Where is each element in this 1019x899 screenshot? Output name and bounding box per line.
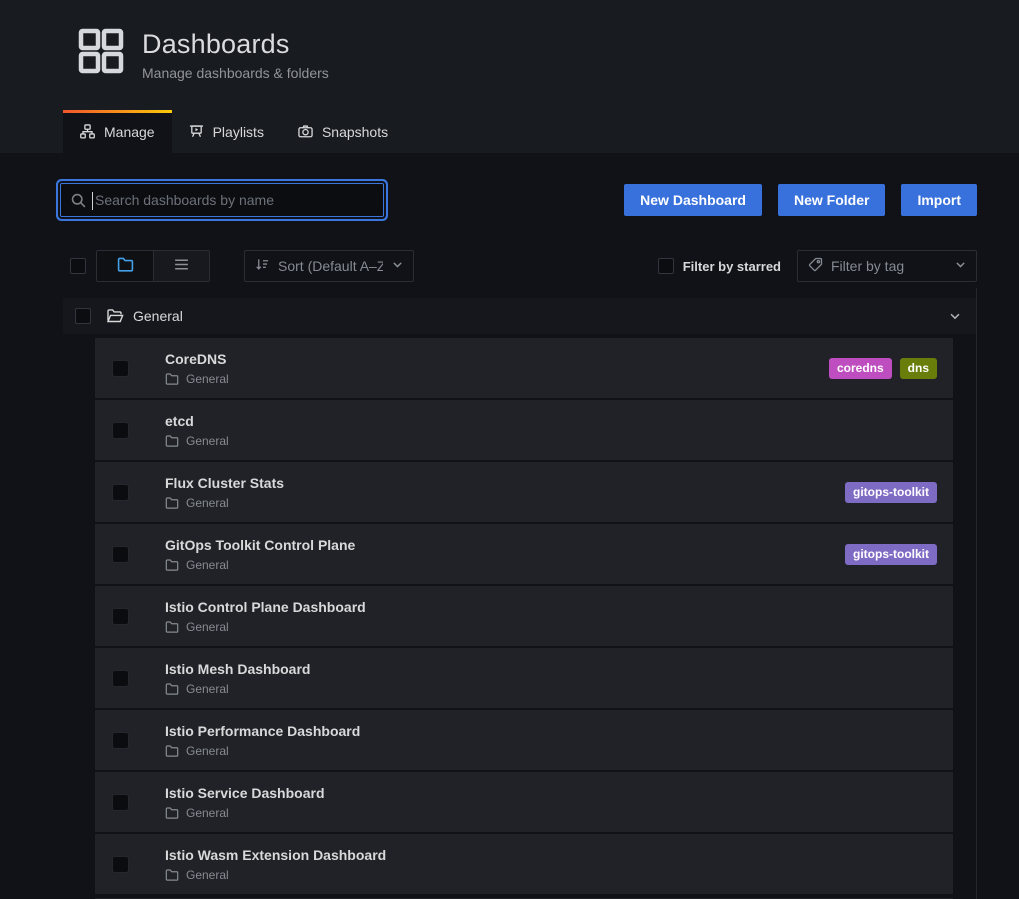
search-icon: [70, 192, 87, 214]
tag-list: coredns dns: [829, 358, 937, 379]
dashboard-checkbox[interactable]: [112, 670, 129, 687]
dashboard-title[interactable]: etcd: [165, 413, 229, 429]
folder-icon: [165, 496, 179, 510]
dashboard-title[interactable]: Flux Cluster Stats: [165, 475, 284, 491]
dashboard-folder-label: General: [186, 620, 229, 634]
folder-icon: [165, 868, 179, 882]
tab-label: Playlists: [213, 124, 264, 140]
tab-manage[interactable]: Manage: [63, 110, 172, 153]
sitemap-icon: [80, 124, 95, 139]
filter-tag-dropdown[interactable]: Filter by tag: [797, 250, 977, 282]
dashboard-checkbox[interactable]: [112, 360, 129, 377]
presentation-play-icon: [189, 124, 204, 139]
chevron-down-icon[interactable]: [948, 309, 962, 323]
tab-label: Manage: [104, 124, 155, 140]
dashboard-row[interactable]: GitOps Toolkit Control Plane General git…: [95, 524, 953, 584]
dashboard-row[interactable]: Istio Mesh Dashboard General: [95, 648, 953, 708]
dashboard-row[interactable]: Istio Service Dashboard General: [95, 772, 953, 832]
tab-label: Snapshots: [322, 124, 388, 140]
dashboard-row[interactable]: CoreDNS General coredns dns: [95, 338, 953, 398]
filter-tag-value: Filter by tag: [831, 258, 946, 274]
dashboard-folder-label: General: [186, 744, 229, 758]
dashboard-row[interactable]: Flux Cluster Stats General gitops-toolki…: [95, 462, 953, 522]
tag-icon: [808, 257, 823, 275]
dashboard-list: General CoreDNS General coredns dns: [63, 298, 977, 899]
dashboard-row[interactable]: Istio Wasm Extension Dashboard General: [95, 834, 953, 894]
list-view-button[interactable]: [153, 251, 209, 281]
list-icon: [173, 256, 190, 276]
folder-icon: [165, 682, 179, 696]
manage-dashboards-panel: New Dashboard New Folder Import: [0, 153, 1019, 899]
dashboard-row[interactable]: Istio Performance Dashboard General: [95, 710, 953, 770]
tab-bar: Manage Playlists Snapshots: [63, 110, 1019, 153]
tag-list: gitops-toolkit: [845, 544, 937, 565]
dashboard-title[interactable]: Istio Service Dashboard: [165, 785, 325, 801]
folder-icon: [165, 372, 179, 386]
view-mode-toggle: [96, 250, 210, 282]
filter-starred-label: Filter by starred: [683, 259, 781, 274]
folder-icon: [117, 256, 134, 276]
dashboard-title[interactable]: Istio Performance Dashboard: [165, 723, 360, 739]
dashboard-rows: CoreDNS General coredns dns etcd: [95, 338, 953, 894]
folder-icon: [165, 806, 179, 820]
new-dashboard-button[interactable]: New Dashboard: [624, 184, 762, 216]
tag-badge[interactable]: coredns: [829, 358, 892, 379]
dashboard-checkbox[interactable]: [112, 856, 129, 873]
dashboard-folder-label: General: [186, 806, 229, 820]
dashboard-folder-label: General: [186, 868, 229, 882]
folder-name: General: [133, 308, 183, 324]
dashboard-checkbox[interactable]: [112, 484, 129, 501]
filter-starred-checkbox[interactable]: [658, 258, 674, 274]
sort-amount-down-icon: [255, 257, 270, 275]
dashboard-checkbox[interactable]: [112, 794, 129, 811]
page-header: Dashboards Manage dashboards & folders M…: [0, 0, 1019, 153]
sort-dropdown-value: Sort (Default A–Z): [278, 258, 383, 274]
dashboards-apps-icon: [78, 28, 124, 74]
tab-playlists[interactable]: Playlists: [172, 110, 281, 153]
folder-icon: [165, 744, 179, 758]
dashboard-row[interactable]: Istio Control Plane Dashboard General: [95, 586, 953, 646]
dashboard-checkbox[interactable]: [112, 608, 129, 625]
tag-badge[interactable]: dns: [900, 358, 937, 379]
tag-list: gitops-toolkit: [845, 482, 937, 503]
dashboard-title[interactable]: GitOps Toolkit Control Plane: [165, 537, 355, 553]
select-all-checkbox[interactable]: [70, 258, 86, 274]
dashboard-folder-label: General: [186, 682, 229, 696]
search-box: [60, 183, 384, 217]
folder-open-icon: [106, 307, 124, 325]
page-subtitle: Manage dashboards & folders: [142, 65, 329, 81]
folder-icon: [165, 620, 179, 634]
dashboard-folder-label: General: [186, 372, 229, 386]
dashboard-folder-label: General: [186, 434, 229, 448]
search-input[interactable]: [61, 184, 383, 216]
tag-badge[interactable]: gitops-toolkit: [845, 544, 937, 565]
text-caret: [92, 192, 93, 210]
dashboard-title[interactable]: CoreDNS: [165, 351, 229, 367]
dashboard-checkbox[interactable]: [112, 732, 129, 749]
filter-starred: Filter by starred: [658, 258, 781, 274]
sort-dropdown[interactable]: Sort (Default A–Z): [244, 250, 414, 282]
dashboard-checkbox[interactable]: [112, 422, 129, 439]
chevron-down-icon: [954, 258, 967, 274]
page-title: Dashboards: [142, 29, 329, 60]
folder-view-button[interactable]: [97, 251, 153, 281]
folder-checkbox[interactable]: [75, 308, 91, 324]
camera-icon: [298, 124, 313, 139]
dashboard-row[interactable]: etcd General: [95, 400, 953, 460]
tag-badge[interactable]: gitops-toolkit: [845, 482, 937, 503]
dashboard-checkbox[interactable]: [112, 546, 129, 563]
scroll-divider: [976, 288, 977, 899]
dashboard-folder-label: General: [186, 496, 229, 510]
new-folder-button[interactable]: New Folder: [778, 184, 885, 216]
dashboard-folder-label: General: [186, 558, 229, 572]
chevron-down-icon: [391, 258, 404, 274]
folder-row-general[interactable]: General: [63, 298, 977, 334]
dashboard-title[interactable]: Istio Mesh Dashboard: [165, 661, 310, 677]
dashboard-title[interactable]: Istio Control Plane Dashboard: [165, 599, 366, 615]
dashboard-title[interactable]: Istio Wasm Extension Dashboard: [165, 847, 386, 863]
folder-icon: [165, 434, 179, 448]
folder-icon: [165, 558, 179, 572]
import-button[interactable]: Import: [901, 184, 977, 216]
tab-snapshots[interactable]: Snapshots: [281, 110, 405, 153]
